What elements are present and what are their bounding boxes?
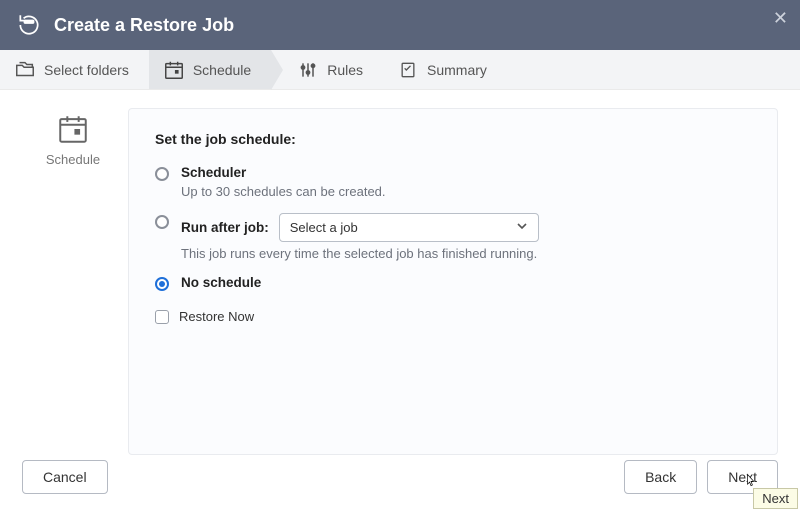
step-label: Schedule	[193, 62, 251, 78]
step-label: Select folders	[44, 62, 129, 78]
cancel-button[interactable]: Cancel	[22, 460, 108, 494]
option-scheduler[interactable]: Scheduler Up to 30 schedules can be crea…	[155, 165, 751, 199]
chevron-down-icon	[516, 220, 528, 235]
side-label: Schedule	[46, 152, 100, 167]
radio-icon[interactable]	[155, 215, 169, 229]
sliders-icon	[297, 59, 319, 81]
option-help: This job runs every time the selected jo…	[181, 246, 751, 261]
side-column: Schedule	[18, 108, 128, 455]
option-help: Up to 30 schedules can be created.	[181, 184, 386, 199]
wizard-stepper: Select folders Schedule Rules Summary	[0, 50, 800, 90]
folders-icon	[14, 59, 36, 81]
option-label: No schedule	[181, 275, 261, 290]
window-title: Create a Restore Job	[54, 15, 234, 36]
checkbox-icon[interactable]	[155, 310, 169, 324]
footer-bar: Cancel Back Next	[0, 457, 800, 497]
panel-heading: Set the job schedule:	[155, 131, 751, 147]
step-label: Rules	[327, 62, 363, 78]
radio-icon[interactable]	[155, 167, 169, 181]
restore-now-row[interactable]: Restore Now	[155, 309, 751, 324]
step-divider-icon	[271, 50, 283, 90]
title-bar: Create a Restore Job ✕	[0, 0, 800, 50]
step-label: Summary	[427, 62, 487, 78]
option-run-after-job[interactable]: Run after job: Select a job This job run…	[155, 213, 751, 261]
calendar-icon	[163, 59, 185, 81]
tooltip: Next	[753, 488, 798, 509]
calendar-icon	[56, 112, 90, 146]
step-select-folders[interactable]: Select folders	[0, 50, 149, 89]
radio-icon[interactable]	[155, 277, 169, 291]
option-label: Scheduler	[181, 165, 386, 180]
select-value: Select a job	[290, 220, 358, 235]
summary-icon	[397, 59, 419, 81]
job-select[interactable]: Select a job	[279, 213, 539, 242]
close-icon[interactable]: ✕	[773, 8, 788, 29]
step-summary[interactable]: Summary	[383, 50, 507, 89]
step-schedule[interactable]: Schedule	[149, 50, 271, 89]
option-label: Run after job:	[181, 220, 269, 235]
restore-icon	[16, 12, 42, 38]
option-no-schedule[interactable]: No schedule	[155, 275, 751, 291]
schedule-panel: Set the job schedule: Scheduler Up to 30…	[128, 108, 778, 455]
back-button[interactable]: Back	[624, 460, 697, 494]
step-rules[interactable]: Rules	[283, 50, 383, 89]
checkbox-label: Restore Now	[179, 309, 254, 324]
